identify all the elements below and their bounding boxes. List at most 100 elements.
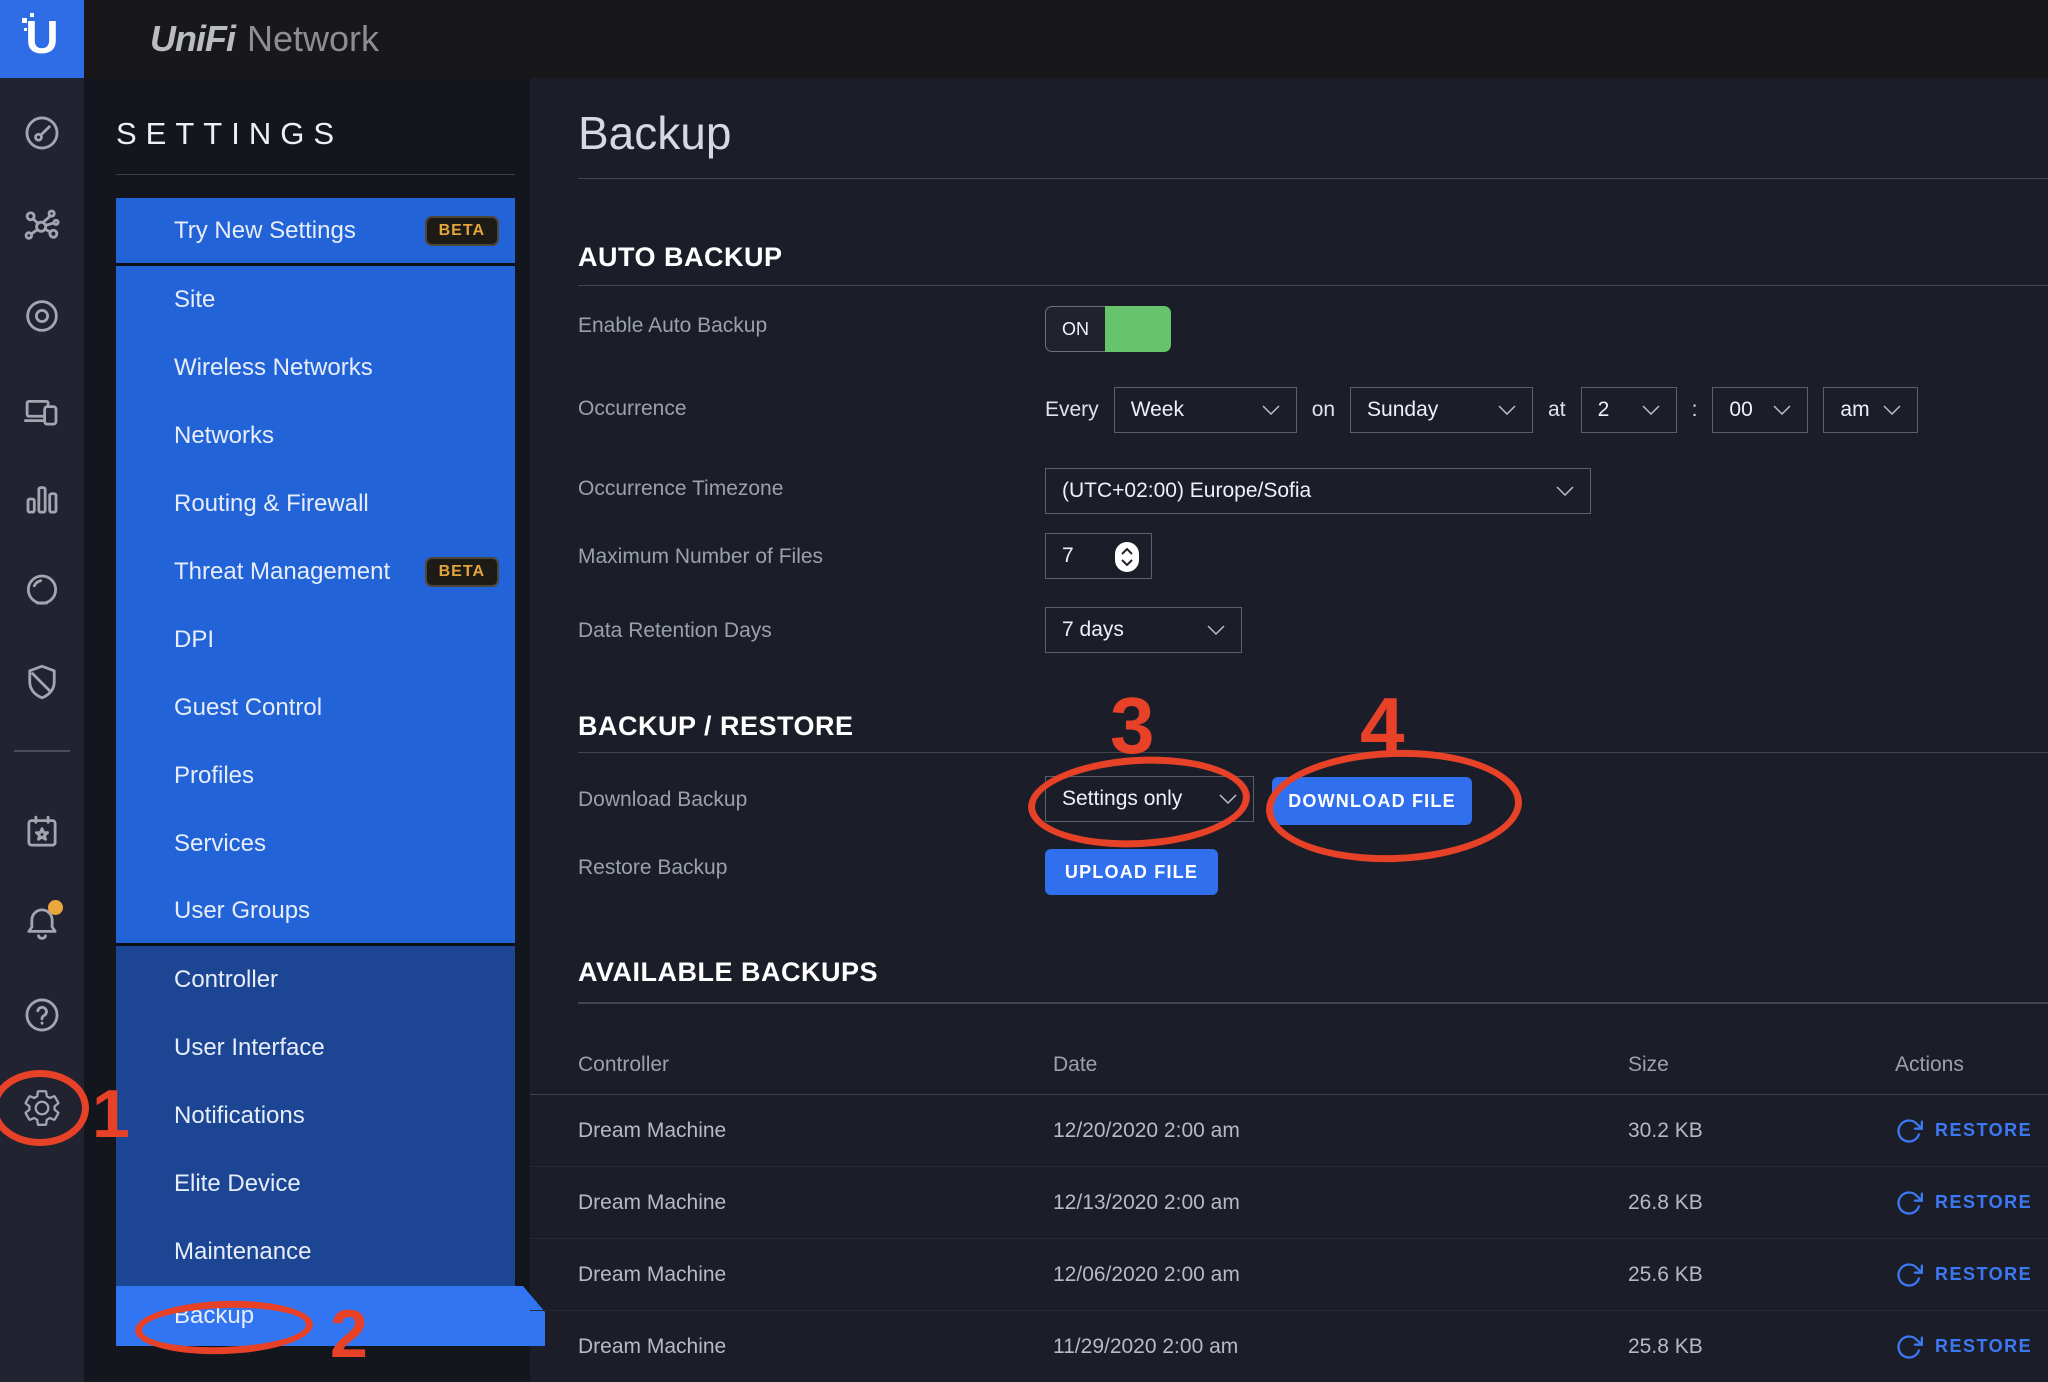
clients-icon[interactable] [21,390,63,432]
max-files-input[interactable]: 7 [1045,533,1152,579]
topology-icon[interactable] [21,204,63,246]
table-row: Dream Machine 11/29/2020 2:00 am 25.8 KB… [530,1311,2048,1382]
brand-network: Network [246,18,380,59]
dashboard-gauge-icon[interactable] [21,112,63,154]
beta-badge: BETA [424,215,499,246]
number-stepper[interactable] [1115,542,1139,572]
sidebar-menu-item-label: Try New Settings [174,216,356,244]
sidebar-menu-item[interactable]: Guest Control [116,674,515,742]
backup-restore-heading: BACKUP / RESTORE [578,711,854,741]
cell-controller: Dream Machine [578,1262,727,1286]
retention-label: Data Retention Days [578,619,772,642]
backups-table-header: Controller Date Size Actions [530,1036,2048,1095]
settings-sidebar: SETTINGS Try New Settings BETA Site Wire… [84,78,545,1382]
insights-bubble-icon[interactable] [21,569,63,611]
on-word: on [1311,398,1336,421]
sidebar-menu-item-label: Notifications [174,1102,305,1129]
restore-icon [1897,1118,1923,1143]
restore-backup-label: Restore Backup [578,856,728,879]
every-word: Every [1045,398,1099,421]
column-size: Size [1628,1053,1669,1076]
sidebar-menu-item[interactable]: Elite Device [116,1150,515,1218]
download-scope-select[interactable]: Settings only [1045,776,1254,822]
sidebar-menu-item[interactable]: Wireless Networks [116,334,515,402]
sidebar-menu-item-label: Services [174,830,267,857]
minute-select[interactable]: 00 [1712,387,1809,433]
cell-date: 12/13/2020 2:00 am [1053,1190,1240,1214]
restore-icon [1897,1262,1923,1287]
sidebar-menu-item-label: Backup [174,1302,255,1329]
cell-size: 26.8 KB [1628,1190,1703,1214]
cell-controller: Dream Machine [578,1190,727,1214]
sidebar-menu-item-label: Threat Management [174,558,391,585]
page-title: Backup [578,107,732,159]
upload-file-button[interactable]: UPLOAD FILE [1045,849,1218,895]
sidebar-menu-item-label: Profiles [174,762,255,789]
help-icon[interactable] [21,994,63,1036]
events-calendar-icon[interactable] [21,811,63,853]
restore-button[interactable]: RESTORE [1895,1189,2048,1217]
sidebar-menu-item-label: Guest Control [174,694,323,721]
sidebar-menu-item[interactable]: Services [116,810,515,878]
cell-date: 11/29/2020 2:00 am [1053,1334,1239,1358]
notification-dot [48,900,63,915]
statistics-icon[interactable] [21,478,63,520]
sidebar-menu-item-label: Site [174,286,216,313]
hour-select[interactable]: 2 [1580,387,1677,433]
cell-date: 12/20/2020 2:00 am [1053,1118,1240,1142]
at-word: at [1548,398,1566,421]
sidebar-menu-item[interactable]: Threat Management BETA [116,538,515,606]
sidebar-menu-item[interactable]: Site [116,266,515,334]
occurrence-label: Occurrence [578,397,687,420]
download-file-button[interactable]: DOWNLOAD FILE [1272,777,1472,825]
security-shield-icon[interactable] [21,661,63,703]
sidebar-menu-item[interactable]: DPI [116,606,515,674]
backup-page: Backup AUTO BACKUP Enable Auto Backup ON… [530,78,2048,1382]
auto-backup-heading: AUTO BACKUP [578,242,783,272]
sidebar-menu-item-label: Maintenance [174,1238,312,1265]
enable-auto-backup-toggle[interactable]: ON [1045,306,1171,352]
sidebar-menu-item-label: DPI [174,626,215,653]
sidebar-heading: SETTINGS [116,116,344,151]
timezone-label: Occurrence Timezone [578,477,784,500]
rail-divider [14,750,70,752]
sidebar-menu-item[interactable]: Controller [116,946,515,1014]
sidebar-menu-item[interactable]: Backup [116,1286,545,1346]
restore-button[interactable]: RESTORE [1895,1333,2048,1361]
sidebar-menu-item[interactable]: Profiles [116,742,515,810]
nav-rail [0,78,84,1382]
restore-icon [1897,1334,1923,1359]
enable-auto-backup-label: Enable Auto Backup [578,314,768,337]
sidebar-menu-item[interactable]: User Groups [116,878,515,946]
restore-button[interactable]: RESTORE [1895,1261,2048,1289]
toggle-knob [1105,306,1171,352]
sidebar-menu-item[interactable]: Notifications [116,1082,515,1150]
cell-size: 30.2 KB [1628,1118,1703,1142]
sidebar-menu-item[interactable]: User Interface [116,1014,515,1082]
settings-menu: Try New Settings BETA Site Wireless Netw… [116,198,545,1346]
beta-badge: BETA [424,557,499,587]
devices-icon[interactable] [21,295,63,337]
sidebar-menu-item[interactable]: Networks [116,402,515,470]
ubiquiti-logo[interactable]: U [0,0,84,78]
table-row: Dream Machine 12/20/2020 2:00 am 30.2 KB… [530,1095,2048,1167]
day-select[interactable]: Sunday [1350,387,1534,433]
sidebar-menu-item-label: Routing & Firewall [174,490,369,517]
period-select[interactable]: Week [1113,387,1297,433]
settings-gear-icon[interactable] [21,1087,63,1129]
table-row: Dream Machine 12/13/2020 2:00 am 26.8 KB… [530,1167,2048,1239]
sidebar-menu-item[interactable]: Try New Settings BETA [116,198,515,266]
restore-button[interactable]: RESTORE [1895,1117,2048,1145]
timezone-select[interactable]: (UTC+02:00) Europe/Sofia [1045,468,1591,514]
sidebar-menu-item[interactable]: Maintenance [116,1218,515,1286]
column-actions: Actions [1895,1053,1964,1076]
app-title: UniFi Network [150,0,379,78]
retention-select[interactable]: 7 days [1045,607,1242,653]
sidebar-heading-divider [116,174,515,175]
alerts-bell-icon[interactable] [21,900,63,944]
ampm-select[interactable]: am [1823,387,1919,433]
sidebar-menu-item-label: Networks [174,422,275,449]
backups-table: Dream Machine 12/20/2020 2:00 am 30.2 KB… [530,1095,2048,1382]
unifi-network-app: U UniFi Network SETTINGS Try New Setting… [0,0,2048,1382]
sidebar-menu-item[interactable]: Routing & Firewall [116,470,515,538]
